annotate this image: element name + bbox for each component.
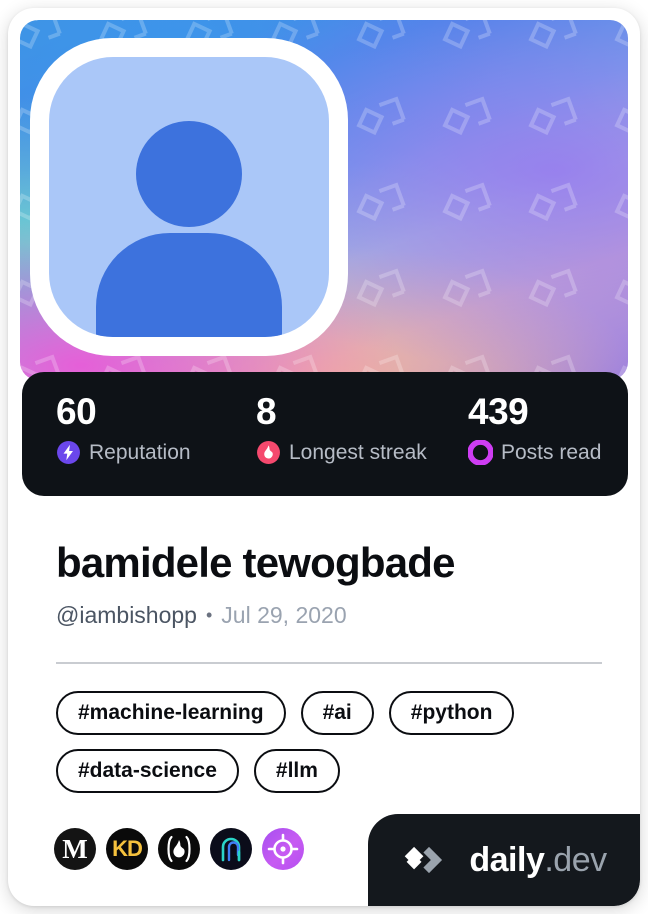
tag-item[interactable]: #llm [253,749,340,793]
tag-item[interactable]: #data-science [56,749,239,793]
page-title: bamidele tewogbade [56,539,456,586]
ring-icon [468,440,493,465]
arch-logo-icon[interactable] [210,828,252,870]
daily-dev-brand: daily [469,841,545,879]
stats-bar: 60 Reputation 8 Longest streak 439 Posts… [22,372,628,496]
medium-logo-glyph: M [62,833,88,864]
stat-longest-streak: 8 Longest streak [256,390,468,496]
stat-posts-read-label: Posts read [501,440,602,464]
avatar-head-shape [136,121,242,228]
profile-handle: @iambishopp [56,602,197,628]
profile-meta: @iambishopp • Jul 29, 2020 [56,602,347,629]
arch-logo-glyph [221,837,241,862]
flame-logo-icon[interactable] [158,828,200,870]
flame-icon [257,441,280,464]
daily-dev-badge: daily.dev [368,814,640,906]
devcard: 60 Reputation 8 Longest streak 439 Posts… [8,8,640,906]
avatar [30,38,348,356]
kdnuggets-logo-icon[interactable]: KD [106,828,148,870]
divider [56,662,602,664]
tag-item[interactable]: #python [388,691,515,735]
stat-reputation-value: 60 [56,391,97,432]
daily-dev-wordmark: daily.dev [469,841,607,879]
flame-logo-glyph [167,835,191,863]
crosshair-logo-icon[interactable] [262,828,304,870]
stat-reputation-label: Reputation [89,440,191,464]
crosshair-logo-glyph [267,833,299,865]
stat-posts-read-value: 439 [468,391,529,432]
daily-dev-logo-icon [405,846,443,874]
tag-item[interactable]: #machine-learning [56,691,286,735]
tag-item[interactable]: #ai [300,691,374,735]
devcard-screenshot: 60 Reputation 8 Longest streak 439 Posts… [0,0,648,914]
meta-separator: • [205,605,213,625]
daily-dev-tld: .dev [544,841,607,879]
kdnuggets-logo-glyph: KD [112,836,143,861]
profile-joined-date: Jul 29, 2020 [221,602,347,628]
tag-list: #machine-learning #ai #python #data-scie… [56,691,616,793]
stat-posts-read: 439 Posts read [468,390,601,496]
stat-reputation: 60 Reputation [56,390,256,496]
avatar-body-shape [96,233,282,337]
stat-longest-streak-label: Longest streak [289,440,427,464]
person-placeholder-icon [49,57,329,337]
bolt-icon [57,441,80,464]
stat-longest-streak-value: 8 [256,391,277,432]
medium-logo-icon[interactable]: M [54,828,96,870]
source-list: M KD [54,828,304,870]
